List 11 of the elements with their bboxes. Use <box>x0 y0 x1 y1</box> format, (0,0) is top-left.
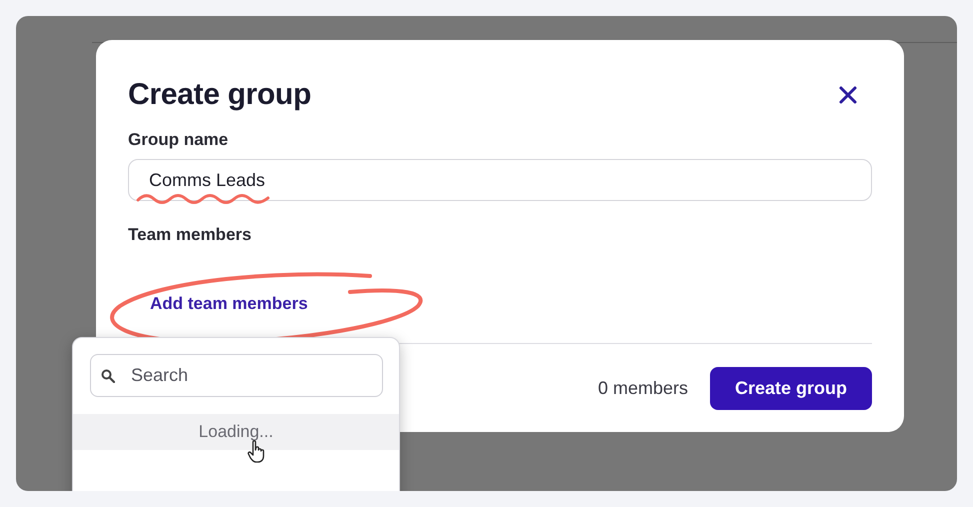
section-label: Team members <box>128 225 252 245</box>
close-icon <box>838 85 858 105</box>
text-field[interactable]: Comms Leads <box>128 159 872 201</box>
add-members-link[interactable]: Add team members <box>150 294 308 314</box>
field-label: Group name <box>128 130 230 150</box>
loading-text: Loading... <box>198 422 274 442</box>
dialog-title: Create group <box>128 78 312 112</box>
member-count: 0 members <box>598 378 688 399</box>
search-field[interactable]: Search <box>90 354 383 397</box>
hand-cursor-icon <box>247 440 267 464</box>
create-group-button[interactable]: Create group <box>710 367 872 410</box>
